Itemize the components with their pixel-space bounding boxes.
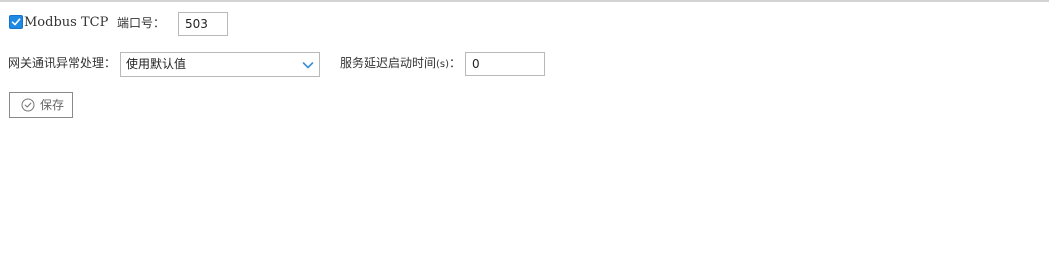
service-delay-unit: (s) — [436, 59, 450, 70]
save-button-label: 保存 — [40, 98, 65, 112]
modbus-tcp-label[interactable]: Modbus TCP — [24, 15, 108, 30]
gateway-error-select[interactable]: 使用默认值 — [120, 52, 320, 77]
service-delay-label-text: 服务延迟启动时间 — [340, 56, 437, 70]
gateway-error-label: 网关通讯异常处理： — [8, 56, 117, 70]
service-delay-label: 服务延迟启动时间(s)： — [340, 56, 461, 72]
top-border — [0, 0, 1049, 2]
service-delay-colon: ： — [449, 56, 462, 70]
checkmark-icon — [11, 18, 21, 26]
modbus-tcp-checkbox[interactable] — [9, 15, 23, 29]
gateway-error-selected-value: 使用默认值 — [126, 57, 187, 71]
service-delay-input[interactable] — [465, 52, 545, 76]
chevron-down-icon — [302, 62, 314, 69]
check-circle-icon — [21, 98, 35, 112]
port-label: 端口号： — [117, 16, 166, 30]
port-input[interactable] — [178, 12, 228, 36]
save-button[interactable]: 保存 — [9, 92, 73, 118]
